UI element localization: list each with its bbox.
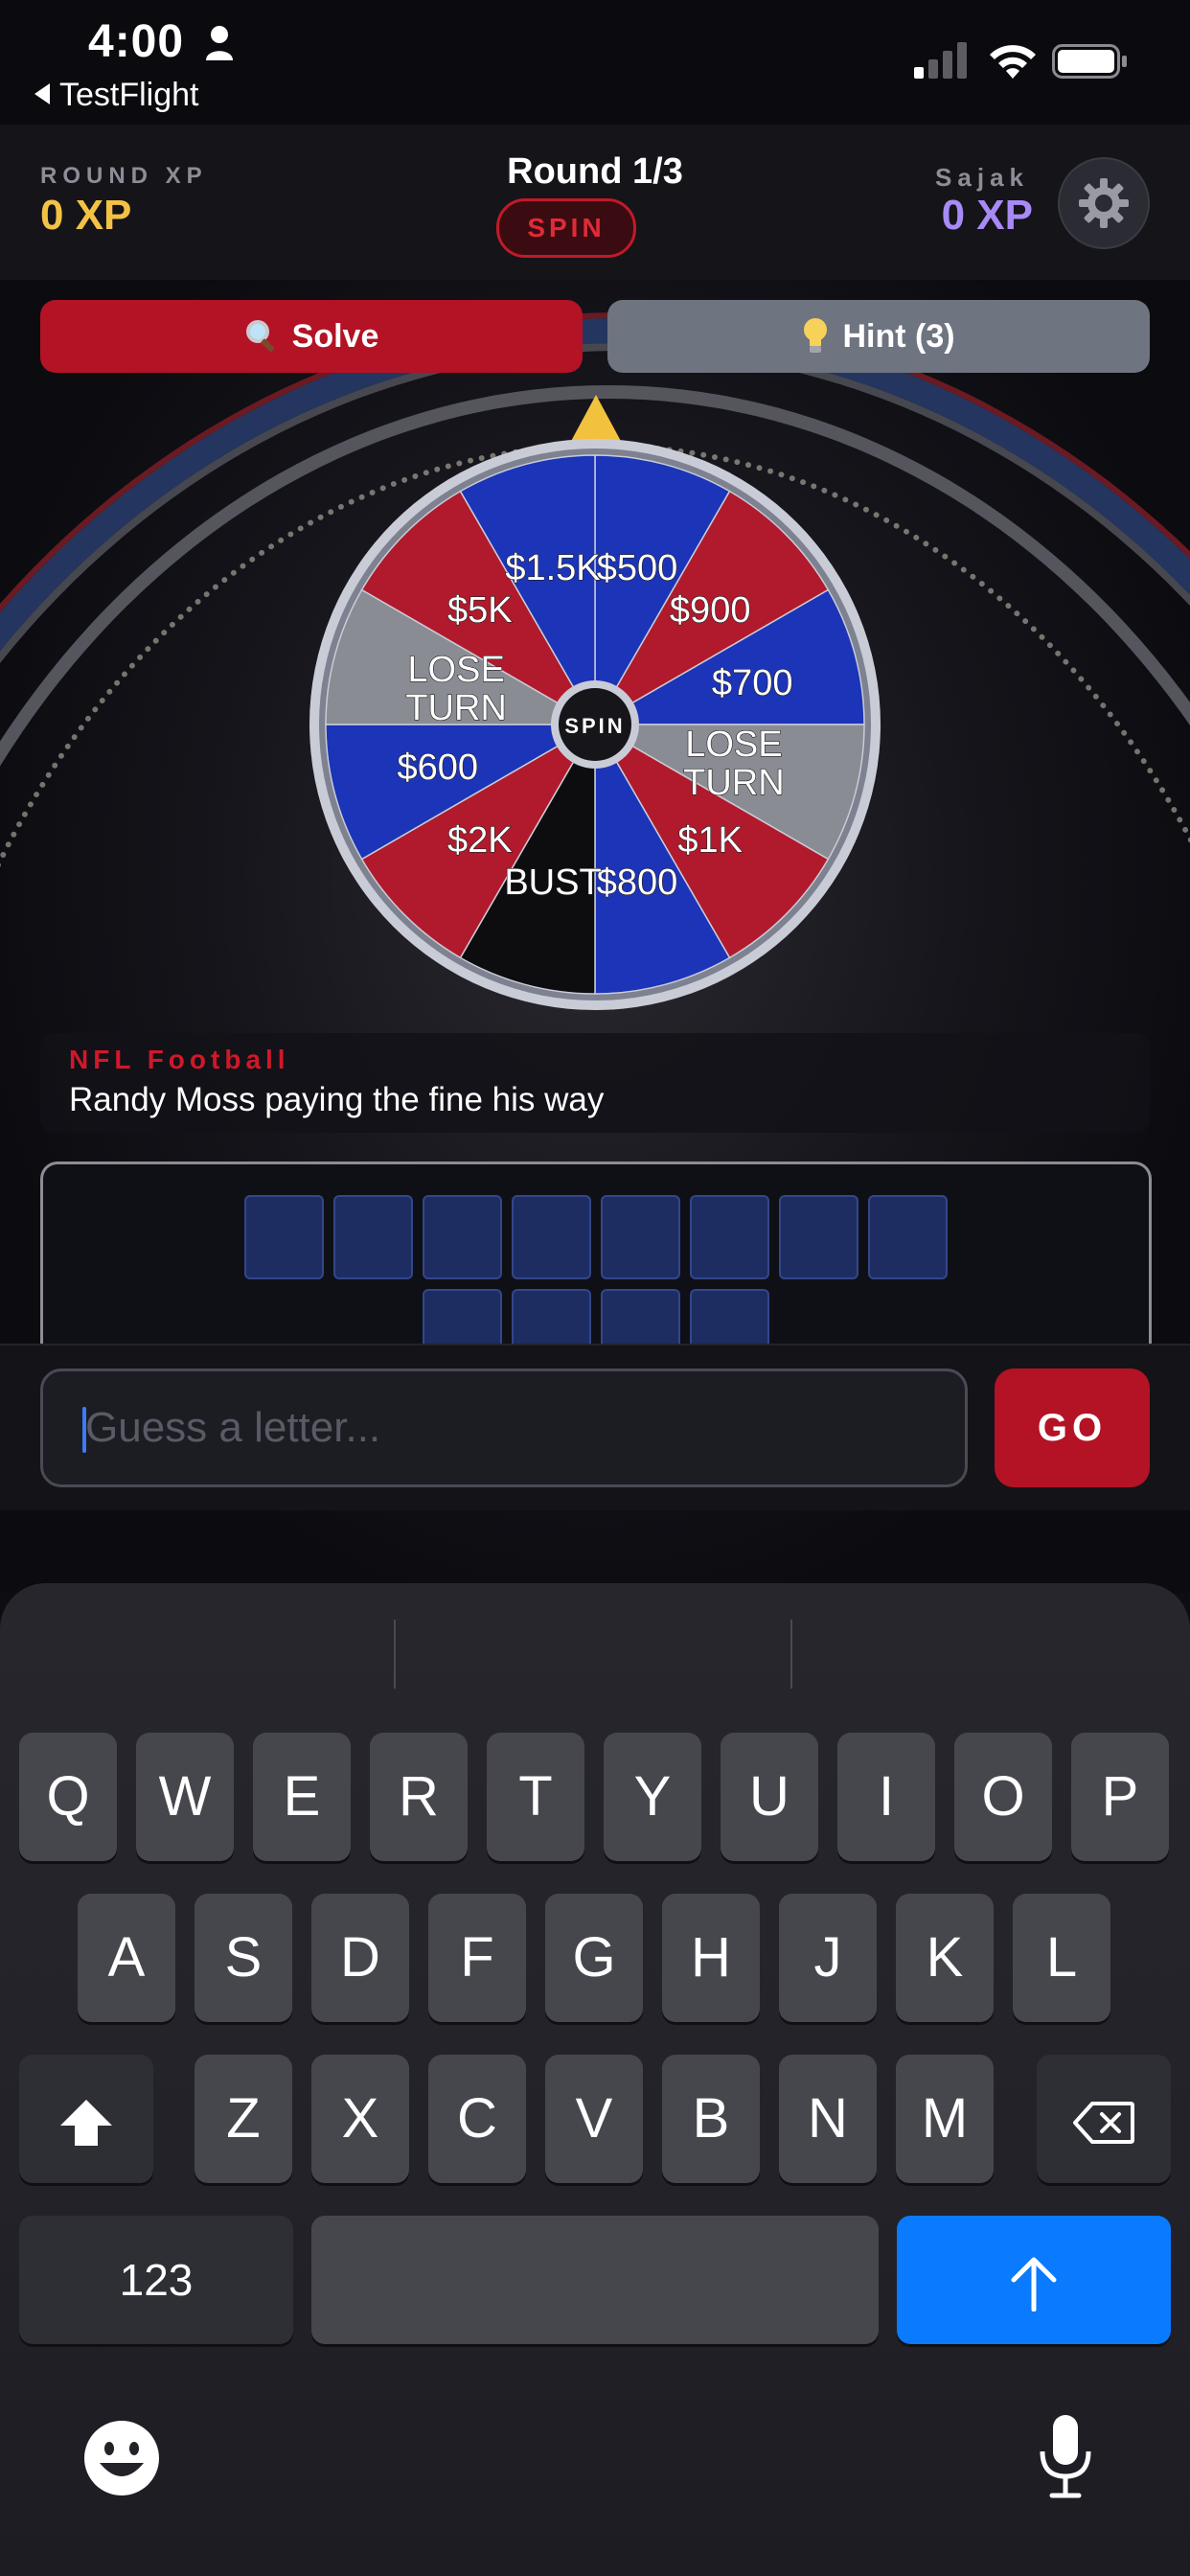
key-b[interactable]: B — [662, 2055, 760, 2183]
puzzle-tile — [690, 1195, 769, 1279]
hint-button[interactable]: Hint (3) — [607, 300, 1150, 373]
key-f[interactable]: F — [428, 1894, 526, 2022]
emoji-icon — [84, 2421, 159, 2496]
key-o[interactable]: O — [954, 1733, 1052, 1861]
round-xp-value: 0 XP — [40, 192, 132, 239]
key-n[interactable]: N — [779, 2055, 877, 2183]
space-key[interactable] — [311, 2216, 879, 2344]
shift-key[interactable] — [19, 2055, 153, 2183]
key-v[interactable]: V — [545, 2055, 643, 2183]
clue-text: Randy Moss paying the fine his way — [69, 1081, 605, 1118]
emoji-button[interactable] — [82, 2419, 161, 2497]
wheel-segment-label: $500 — [597, 548, 678, 588]
key-m[interactable]: M — [896, 2055, 994, 2183]
wheel-segment-label: LOSE TURN — [405, 650, 507, 728]
key-g[interactable]: G — [545, 1894, 643, 2022]
lightbulb-icon — [804, 318, 828, 354]
clue-category: NFL Football — [69, 1045, 290, 1074]
wheel-segment-label: $5K — [447, 590, 513, 631]
opponent-name: Sajak — [935, 163, 1029, 192]
clue-panel: NFL Football Randy Moss paying the fine … — [40, 1033, 1150, 1133]
wheel-segment-label: $700 — [712, 663, 793, 703]
key-p[interactable]: P — [1071, 1733, 1169, 1861]
suggestion-divider — [790, 1620, 792, 1689]
key-k[interactable]: K — [896, 1894, 994, 2022]
back-arrow-icon — [34, 83, 50, 105]
key-w[interactable]: W — [136, 1733, 234, 1861]
go-button[interactable]: GO — [995, 1368, 1150, 1487]
settings-button[interactable] — [1058, 157, 1150, 249]
send-arrow-icon — [1011, 2257, 1057, 2312]
opponent-xp-value: 0 XP — [941, 192, 1033, 239]
key-q[interactable]: Q — [19, 1733, 117, 1861]
puzzle-tile — [333, 1195, 413, 1279]
key-x[interactable]: X — [311, 2055, 409, 2183]
key-i[interactable]: I — [837, 1733, 935, 1861]
battery-icon — [1052, 44, 1127, 79]
key-h[interactable]: H — [662, 1894, 760, 2022]
magnifier-icon — [245, 320, 274, 352]
text-caret — [82, 1407, 86, 1453]
key-r[interactable]: R — [370, 1733, 468, 1861]
shift-arrow-icon — [60, 2099, 112, 2146]
key-u[interactable]: U — [721, 1733, 818, 1861]
key-c[interactable]: C — [428, 2055, 526, 2183]
status-bar: 4:00 TestFlight — [0, 0, 1190, 125]
dictation-button[interactable] — [1037, 2413, 1094, 2499]
spin-phase-badge: SPIN — [496, 198, 636, 258]
puzzle-tile — [779, 1195, 858, 1279]
key-a[interactable]: A — [78, 1894, 175, 2022]
microphone-icon — [1040, 2415, 1091, 2498]
key-j[interactable]: J — [779, 1894, 877, 2022]
key-e[interactable]: E — [253, 1733, 351, 1861]
return-key[interactable] — [897, 2216, 1171, 2344]
wheel-segment-label: BUST — [504, 862, 601, 903]
key-s[interactable]: S — [195, 1894, 292, 2022]
key-z[interactable]: Z — [195, 2055, 292, 2183]
wheel-segment-label: $600 — [398, 748, 479, 788]
backspace-icon — [1073, 2101, 1134, 2144]
solve-button[interactable]: Solve — [40, 300, 583, 373]
gear-icon — [1079, 178, 1129, 228]
key-d[interactable]: D — [311, 1894, 409, 2022]
suggestion-divider — [394, 1620, 396, 1689]
person-icon — [206, 26, 233, 60]
wheel-segment-label: $800 — [597, 862, 678, 903]
puzzle-tile — [512, 1195, 591, 1279]
wheel-spin-label: SPIN — [564, 714, 625, 738]
wheel-segment-label: LOSE TURN — [683, 724, 785, 803]
puzzle-tile — [423, 1195, 502, 1279]
status-time: 4:00 — [88, 16, 185, 67]
game-header: ROUND XP 0 XP Round 1/3 SPIN Sajak 0 XP — [0, 125, 1190, 282]
wheel-segment-label: $1K — [677, 820, 743, 861]
wheel-segment-label: $1.5K — [505, 548, 600, 588]
guess-bar: GO — [0, 1344, 1190, 1510]
puzzle-tile — [244, 1195, 324, 1279]
wheel-segment-label: $2K — [447, 820, 513, 861]
key-t[interactable]: T — [487, 1733, 584, 1861]
cellular-signal-icon — [914, 42, 967, 79]
numbers-key[interactable]: 123 — [19, 2216, 293, 2344]
on-screen-keyboard: Q W E R T Y U I O P A S D F G H J K L Z … — [0, 1583, 1190, 2576]
wifi-icon — [990, 45, 1036, 79]
delete-key[interactable] — [1037, 2055, 1171, 2183]
key-y[interactable]: Y — [604, 1733, 701, 1861]
key-l[interactable]: L — [1013, 1894, 1110, 2022]
wheel-segment-label: $900 — [670, 590, 751, 631]
puzzle-tile — [868, 1195, 948, 1279]
puzzle-tile — [601, 1195, 680, 1279]
puzzle-board — [40, 1162, 1152, 1356]
guess-letter-input[interactable] — [40, 1368, 968, 1487]
prize-wheel[interactable]: $500$900 $700 LOSE TURN $1K$800BUST$2K $600 LO… — [307, 436, 883, 1013]
back-to-testflight-link[interactable]: TestFlight — [34, 77, 199, 114]
